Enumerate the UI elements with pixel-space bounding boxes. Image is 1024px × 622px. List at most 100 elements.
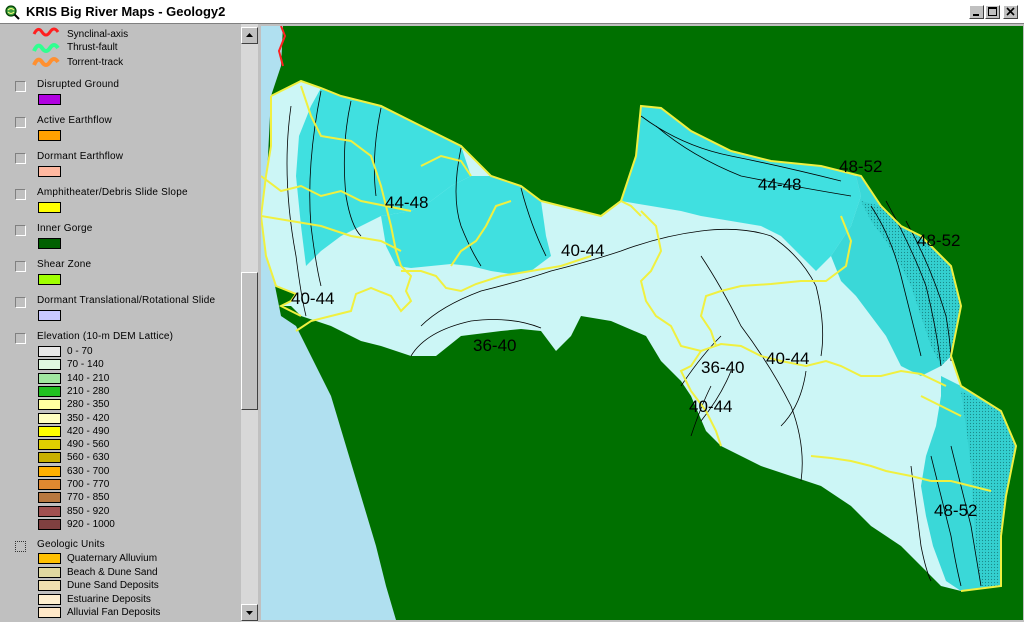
layer-title: Inner Gorge [37, 223, 93, 234]
class-swatch [38, 518, 61, 530]
layer-dormant-earthflow: Dormant Earthflow [0, 150, 240, 180]
map-view[interactable]: 44-48 44-48 48-52 48-52 40-44 40-44 36-4… [258, 24, 1024, 622]
class-swatch [38, 580, 61, 591]
layer-swatch [38, 202, 61, 213]
layer-swatch [38, 166, 61, 177]
class-swatch [38, 425, 61, 437]
class-label: 280 - 350 [67, 399, 110, 411]
layer-swatch [38, 310, 61, 321]
contour-label: 48-52 [934, 501, 977, 520]
class-label: 420 - 490 [67, 425, 110, 437]
contour-label: 48-52 [839, 157, 882, 176]
layer-title: Geologic Units [37, 539, 105, 550]
legend-class-row: 700 - 770 [0, 478, 240, 491]
legend-class-row: Estuarine Deposits [0, 593, 240, 607]
layer-toggle-checkbox[interactable] [15, 153, 26, 164]
legend-class-row: Alluvial Fan Deposits [0, 606, 240, 620]
contour-label: 36-40 [701, 358, 744, 377]
layer-swatch [38, 94, 61, 105]
class-label: 490 - 560 [67, 439, 110, 451]
class-swatch [38, 452, 61, 464]
minimize-icon [973, 14, 979, 16]
class-swatch [38, 385, 61, 397]
class-label: Estuarine Deposits [67, 593, 151, 605]
layer-title: Active Earthflow [37, 115, 112, 126]
contour-label: 36-40 [473, 336, 516, 355]
legend-class-row: 280 - 350 [0, 398, 240, 411]
legend-line-synclinal: Synclinal-axis [0, 26, 240, 40]
legend-panel: Synclinal-axis Thrust-fault Torrent-trac… [0, 24, 258, 622]
layer-dormant-slide: Dormant Translational/Rotational Slide [0, 294, 240, 324]
scroll-up-button[interactable] [241, 27, 258, 44]
contour-label: 44-48 [758, 175, 801, 194]
close-button[interactable] [1003, 5, 1018, 19]
legend-line-thrust: Thrust-fault [0, 40, 240, 54]
legend-class-row: 770 - 850 [0, 491, 240, 504]
class-label: 210 - 280 [67, 385, 110, 397]
legend-content: Synclinal-axis Thrust-fault Torrent-trac… [0, 24, 240, 622]
legend-class-row: 0 - 70 [0, 345, 240, 358]
map-canvas[interactable]: 44-48 44-48 48-52 48-52 40-44 40-44 36-4… [261, 26, 1023, 620]
contour-label: 40-44 [291, 289, 334, 308]
layer-elevation: Elevation (10-m DEM Lattice) [0, 330, 240, 346]
class-label: 350 - 420 [67, 412, 110, 424]
title-bar: KRIS Big River Maps - Geology2 [0, 0, 1024, 24]
scroll-thumb[interactable] [241, 272, 258, 410]
layer-title: Dormant Earthflow [37, 151, 124, 162]
class-swatch [38, 359, 61, 371]
layer-toggle-checkbox[interactable] [15, 225, 26, 236]
contour-label: 48-52 [917, 231, 960, 250]
class-label: 920 - 1000 [67, 518, 115, 530]
class-label: Alluvial Fan Deposits [67, 607, 161, 618]
class-label: Dune Sand Deposits [67, 580, 159, 591]
layer-toggle-checkbox[interactable] [15, 541, 26, 552]
class-swatch [38, 346, 61, 357]
layer-swatch [38, 130, 61, 141]
legend-class-row: 920 - 1000 [0, 518, 240, 531]
class-swatch [38, 439, 61, 451]
class-label: 560 - 630 [67, 452, 110, 464]
layer-title: Disrupted Ground [37, 79, 120, 90]
legend-label: Synclinal-axis [67, 29, 129, 40]
synclinal-axis-symbol [32, 27, 60, 37]
close-icon [1006, 7, 1015, 16]
legend-class-row: 420 - 490 [0, 425, 240, 438]
class-swatch [38, 412, 61, 424]
layer-toggle-checkbox[interactable] [15, 81, 26, 92]
scroll-down-button[interactable] [241, 604, 258, 621]
class-swatch [38, 593, 61, 605]
arrow-up-icon [246, 33, 253, 37]
legend-line-torrent: Torrent-track [0, 54, 240, 68]
torrent-track-symbol [32, 57, 60, 67]
thrust-fault-symbol [32, 43, 60, 53]
layer-disrupted-ground: Disrupted Ground [0, 78, 240, 108]
legend-class-row: 630 - 700 [0, 465, 240, 478]
class-swatch [38, 607, 61, 618]
globe-magnifier-icon [5, 5, 20, 20]
contour-label: 40-44 [689, 397, 732, 416]
legend-class-row: Quaternary Alluvium [0, 552, 240, 566]
minimize-button[interactable] [969, 5, 984, 19]
legend-class-row: Beach & Dune Sand [0, 566, 240, 580]
class-swatch [38, 553, 61, 564]
maximize-button[interactable] [985, 5, 1000, 19]
class-label: 140 - 210 [67, 372, 110, 384]
class-label: Beach & Dune Sand [67, 566, 158, 578]
legend-scrollbar[interactable] [241, 24, 258, 622]
layer-swatch [38, 238, 61, 249]
layer-toggle-checkbox[interactable] [15, 333, 26, 344]
class-swatch [38, 372, 61, 384]
class-label: Quaternary Alluvium [67, 553, 158, 564]
class-swatch [38, 399, 61, 411]
layer-active-earthflow: Active Earthflow [0, 114, 240, 144]
arrow-down-icon [246, 611, 253, 615]
class-swatch [38, 505, 61, 517]
legend-class-row: 490 - 560 [0, 438, 240, 451]
layer-toggle-checkbox[interactable] [15, 261, 26, 272]
layer-toggle-checkbox[interactable] [15, 297, 26, 308]
class-label: 630 - 700 [67, 465, 110, 477]
layer-toggle-checkbox[interactable] [15, 117, 26, 128]
legend-class-row: 140 - 210 [0, 372, 240, 385]
contour-label: 40-44 [561, 241, 604, 260]
layer-toggle-checkbox[interactable] [15, 189, 26, 200]
